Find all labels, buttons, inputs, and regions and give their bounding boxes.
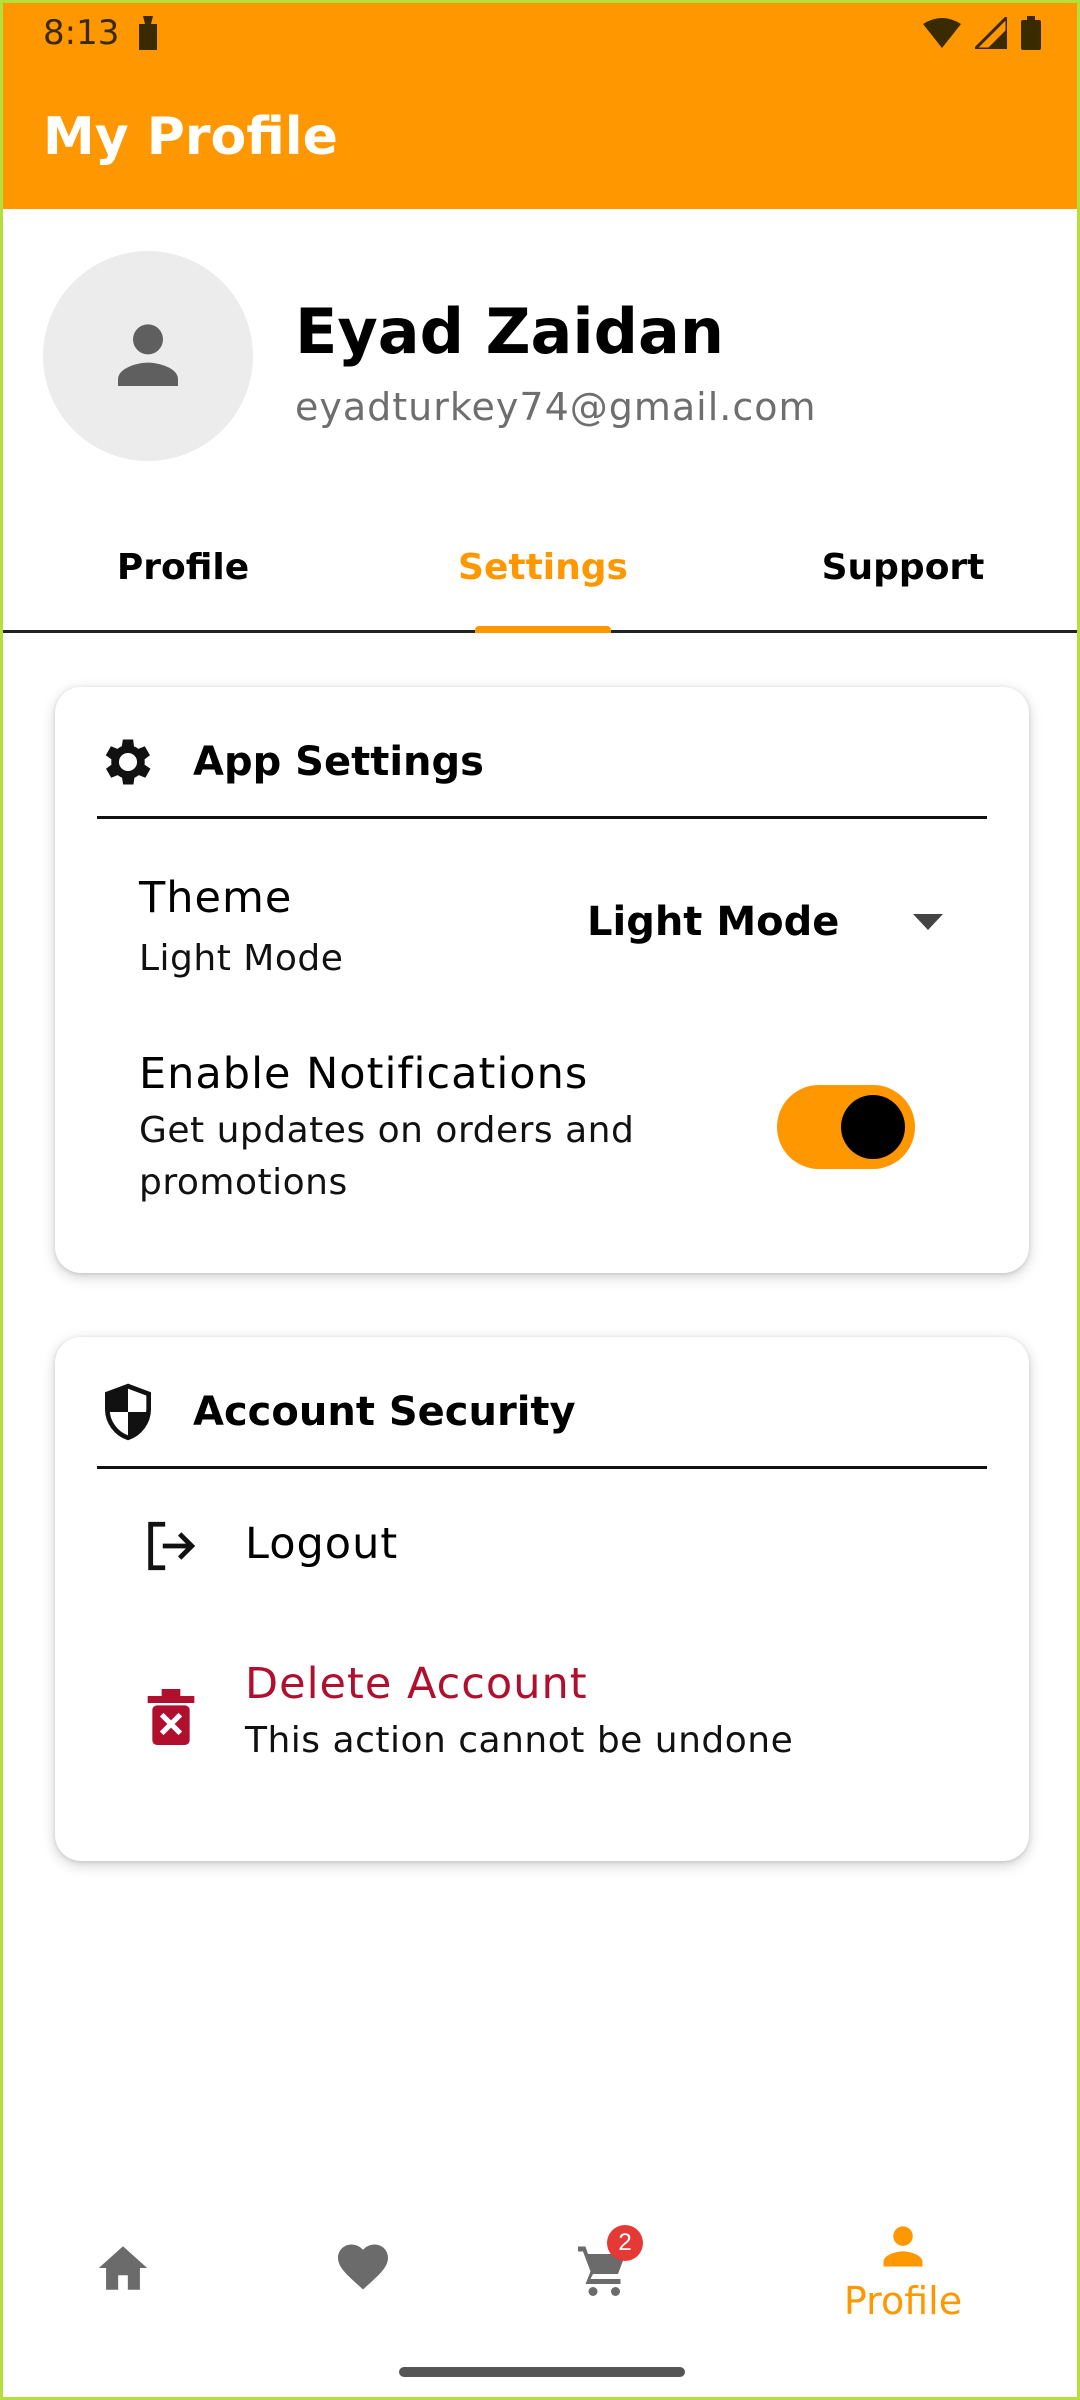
tab-bar: Profile Settings Support	[3, 523, 1077, 633]
account-security-title: Account Security	[193, 1389, 576, 1435]
delete-icon	[147, 1689, 195, 1745]
avatar[interactable]	[43, 251, 253, 461]
theme-dropdown-value: Light Mode	[587, 899, 840, 945]
user-name: Eyad Zaidan	[295, 295, 724, 368]
toggle-knob	[841, 1095, 905, 1159]
notifications-title: Enable Notifications	[139, 1049, 589, 1099]
logout-row[interactable]: Logout	[55, 1507, 1029, 1617]
delete-account-row[interactable]: Delete Account This action cannot be und…	[55, 1659, 1029, 1799]
app-settings-card: App Settings Theme Light Mode Light Mode…	[55, 687, 1029, 1273]
battery-icon	[1021, 16, 1041, 50]
notifications-subtitle: Get updates on orders and promotions	[139, 1110, 635, 1203]
profile-header: Eyad Zaidan eyadturkey74@gmail.com	[43, 251, 1043, 467]
wifi-icon	[923, 18, 961, 48]
nav-profile[interactable]: Profile	[843, 2221, 963, 2331]
app-bar: 8:13 My Profile	[3, 3, 1077, 209]
account-security-header: Account Security	[97, 1377, 987, 1469]
status-bar: 8:13	[3, 3, 1077, 63]
page-title: My Profile	[43, 107, 338, 167]
bottom-nav: 2 Profile	[3, 2203, 1077, 2333]
logout-label: Logout	[245, 1519, 399, 1569]
cart-badge: 2	[607, 2225, 643, 2261]
person-icon	[118, 324, 178, 386]
theme-dropdown[interactable]: Light Mode	[571, 887, 971, 957]
tab-profile[interactable]: Profile	[63, 547, 303, 633]
logout-icon	[148, 1521, 196, 1571]
nav-cart[interactable]: 2	[543, 2221, 663, 2331]
delete-account-subtitle: This action cannot be undone	[245, 1720, 794, 1761]
gear-icon	[105, 739, 151, 785]
theme-title: Theme	[139, 873, 293, 923]
app-settings-title: App Settings	[193, 739, 484, 785]
user-email: eyadturkey74@gmail.com	[295, 385, 817, 429]
home-icon	[98, 2246, 148, 2290]
status-time: 8:13	[43, 13, 120, 53]
person-icon	[883, 2226, 923, 2267]
delete-account-label: Delete Account	[245, 1659, 588, 1709]
sim-card-icon	[139, 16, 158, 50]
signal-icon	[975, 17, 1007, 49]
account-security-card: Account Security Logout Delete Account T…	[55, 1337, 1029, 1861]
shield-icon	[105, 1383, 151, 1441]
tab-settings[interactable]: Settings	[423, 547, 663, 633]
nav-home[interactable]	[63, 2221, 183, 2331]
theme-subtitle: Light Mode	[139, 938, 344, 979]
tab-support[interactable]: Support	[783, 547, 1023, 633]
notifications-toggle[interactable]	[777, 1085, 915, 1169]
dropdown-arrow-icon	[913, 914, 943, 930]
nav-favorites[interactable]	[303, 2221, 423, 2331]
nav-profile-label: Profile	[843, 2279, 963, 2323]
home-indicator[interactable]	[399, 2367, 685, 2377]
app-settings-header: App Settings	[97, 727, 987, 819]
tab-indicator	[475, 626, 611, 633]
heart-icon	[338, 2244, 388, 2290]
